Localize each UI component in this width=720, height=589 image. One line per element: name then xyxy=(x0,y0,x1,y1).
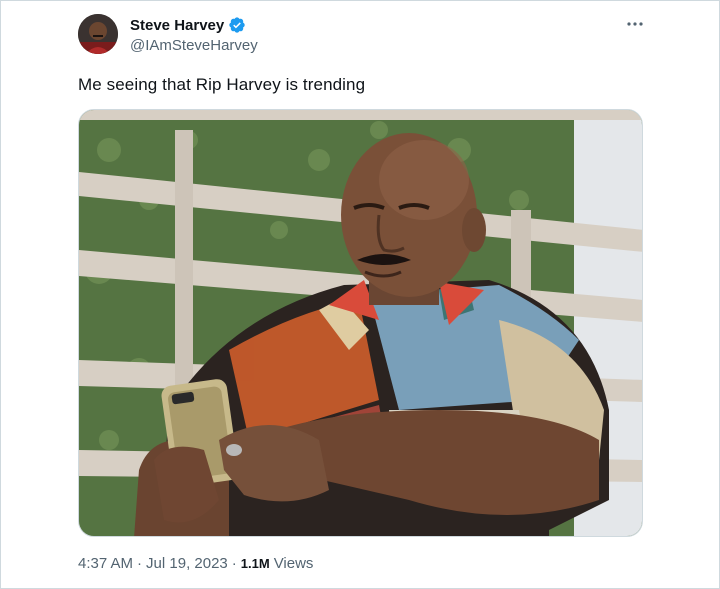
author-block: Steve Harvey @IAmSteveHarvey xyxy=(130,15,258,55)
views-label: Views xyxy=(273,555,314,572)
author-name-row: Steve Harvey xyxy=(130,15,258,35)
tweet-text: Me seeing that Rip Harvey is trending xyxy=(78,75,366,94)
tweet-metadata: 4:37 AM · Jul 19, 2023 · 1.1M Views xyxy=(78,555,313,572)
more-dots-icon[interactable] xyxy=(621,13,649,35)
author-handle[interactable]: @IAmSteveHarvey xyxy=(130,37,258,54)
meta-separator: · xyxy=(137,555,143,572)
verified-badge-icon[interactable] xyxy=(228,16,246,34)
views-count[interactable]: 1.1M xyxy=(241,556,270,571)
tweet-card: Steve Harvey @IAmSteveHarvey Me seeing t… xyxy=(0,0,720,589)
tweet-date[interactable]: Jul 19, 2023 xyxy=(146,555,228,572)
tweet-photo[interactable] xyxy=(78,109,643,537)
author-name[interactable]: Steve Harvey xyxy=(130,17,224,34)
tweet-time[interactable]: 4:37 AM xyxy=(78,555,133,572)
meta-separator: · xyxy=(231,555,237,572)
author-avatar[interactable] xyxy=(78,14,118,54)
